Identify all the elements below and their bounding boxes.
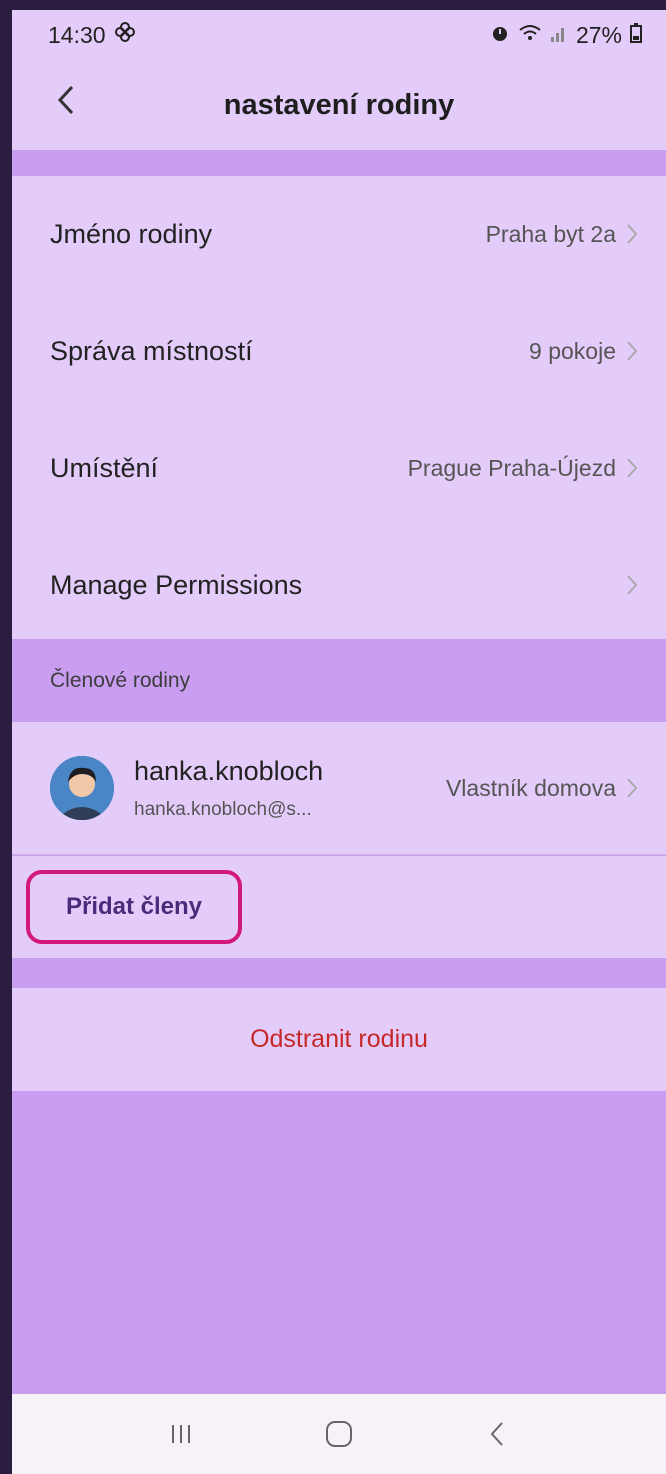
setting-value: Prague Praha-Újezd xyxy=(407,454,616,481)
setting-row-family-name[interactable]: Jméno rodiny Praha byt 2a xyxy=(12,176,666,293)
section-divider xyxy=(12,150,666,176)
back-nav-button[interactable] xyxy=(467,1409,527,1459)
battery-text: 27% xyxy=(575,21,622,48)
avatar xyxy=(50,756,114,820)
system-nav-bar xyxy=(12,1394,666,1474)
member-role: Vlastník domova xyxy=(445,774,616,801)
back-button[interactable] xyxy=(46,82,86,122)
setting-value: 9 pokoje xyxy=(529,337,616,364)
alarm-icon xyxy=(490,22,510,49)
member-name: hanka.knobloch xyxy=(134,755,324,786)
chevron-right-icon xyxy=(626,457,638,479)
chevron-right-icon xyxy=(626,777,638,799)
members-section-title: Členové rodiny xyxy=(12,639,666,722)
add-members-button[interactable]: Přidat členy xyxy=(26,870,242,944)
member-row[interactable]: hanka.knobloch hanka.knobloch@s... Vlast… xyxy=(12,722,666,855)
setting-label: Jméno rodiny xyxy=(50,218,213,249)
recent-apps-button[interactable] xyxy=(151,1409,211,1459)
status-time: 14:30 xyxy=(48,21,106,48)
signal-icon xyxy=(550,22,568,49)
setting-row-rooms[interactable]: Správa místností 9 pokoje xyxy=(12,293,666,410)
member-email: hanka.knobloch@s... xyxy=(134,798,312,820)
setting-label: Manage Permissions xyxy=(50,569,303,600)
setting-row-permissions[interactable]: Manage Permissions xyxy=(12,527,666,644)
setting-value: Praha byt 2a xyxy=(485,220,616,247)
fan-icon xyxy=(114,21,136,49)
settings-list: Jméno rodiny Praha byt 2a Správa místnos… xyxy=(12,176,666,644)
home-button[interactable] xyxy=(309,1409,369,1459)
wifi-icon xyxy=(518,22,542,49)
page-title: nastavení rodiny xyxy=(223,88,455,121)
delete-family-button[interactable]: Odstranit rodinu xyxy=(12,988,666,1091)
section-divider xyxy=(12,958,666,988)
chevron-right-icon xyxy=(626,574,638,596)
add-member-row: Přidat členy xyxy=(12,856,666,958)
setting-label: Správa místností xyxy=(50,335,253,366)
app-bar: nastavení rodiny xyxy=(12,60,666,150)
battery-icon xyxy=(630,22,642,49)
setting-row-location[interactable]: Umístění Prague Praha-Újezd xyxy=(12,410,666,527)
chevron-right-icon xyxy=(626,223,638,245)
chevron-right-icon xyxy=(626,340,638,362)
setting-label: Umístění xyxy=(50,452,159,483)
status-bar: 14:30 27% xyxy=(12,10,666,60)
chevron-left-icon xyxy=(56,84,76,121)
phone-screen: 14:30 27% nastavení rodiny Jméno rodiny … xyxy=(12,10,666,1474)
